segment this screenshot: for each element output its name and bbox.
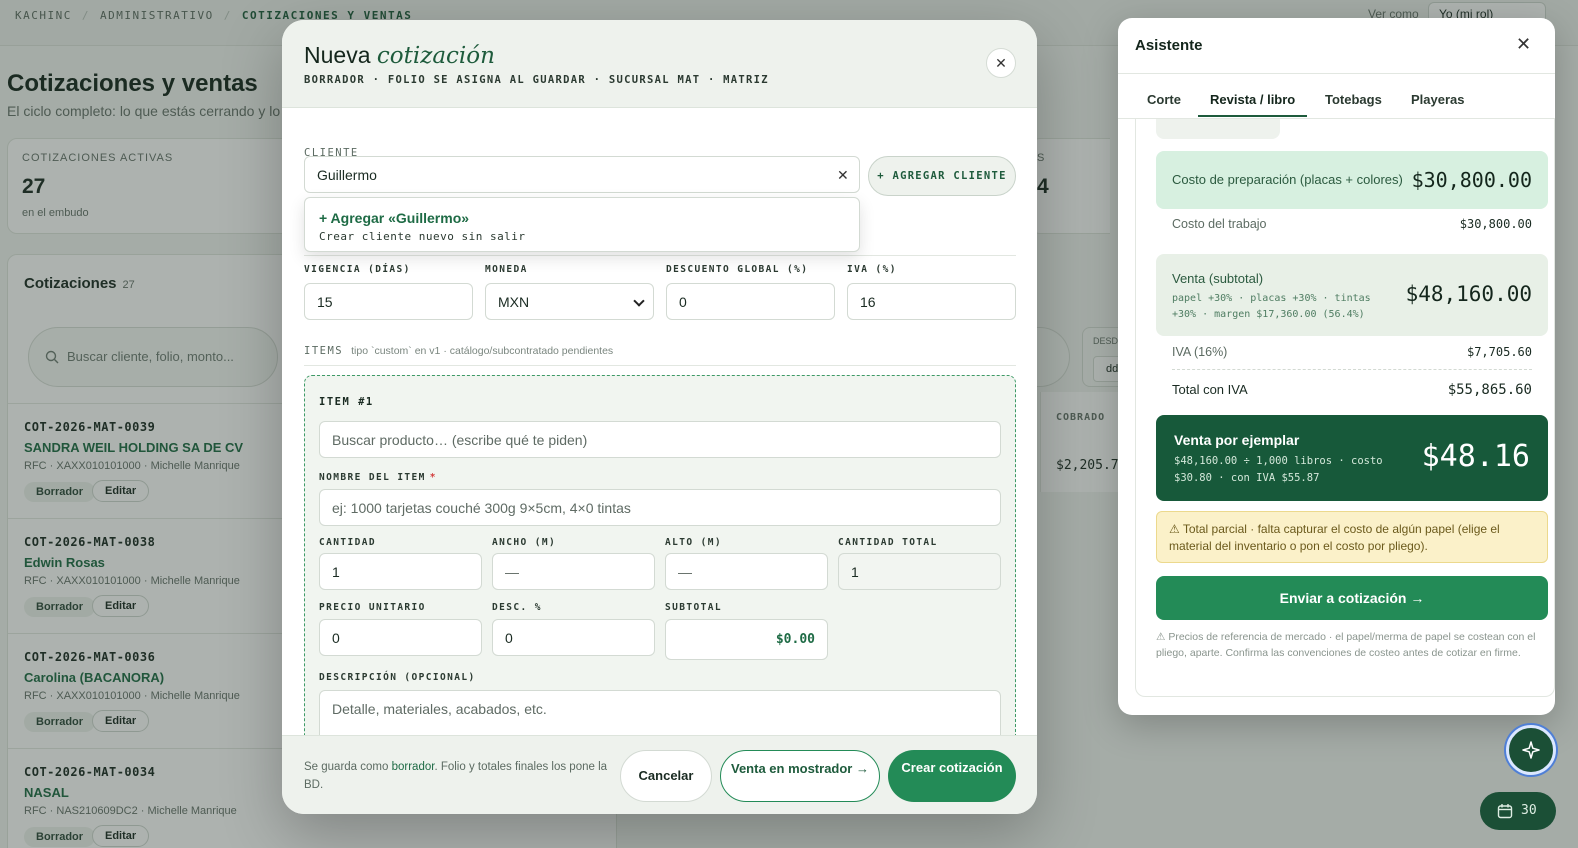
sale-label: Venta (subtotal): [1172, 271, 1264, 286]
prep-cost-card: Costo de preparación (placas + colores) …: [1156, 151, 1548, 209]
per-copy-value: $48.16: [1421, 439, 1530, 474]
height-label: ALTO (M): [665, 537, 722, 548]
divider: [1172, 369, 1532, 370]
chevron-down-icon: [633, 295, 645, 307]
height-input[interactable]: —: [665, 553, 828, 590]
client-search-input[interactable]: Guillermo ✕: [304, 156, 860, 193]
new-quote-modal: Nueva cotización BORRADOR · FOLIO SE ASI…: [282, 20, 1037, 814]
divider: [304, 255, 1016, 256]
sparkle-icon: [1522, 741, 1540, 759]
calendar-icon: [1497, 804, 1513, 819]
item-name-label: NOMBRE DEL ITEM *: [319, 472, 437, 483]
calendar-badge-button[interactable]: 30: [1480, 792, 1556, 830]
partial-total-warning: ⚠ Total parcial · falta capturar el cost…: [1156, 511, 1548, 563]
iva-row: IVA (16%) $7,705.60: [1172, 345, 1532, 359]
modal-title: Nueva cotización: [304, 42, 495, 69]
unit-price-label: PRECIO UNITARIO: [319, 602, 426, 613]
subtotal-field: $0.00: [665, 619, 828, 660]
close-icon[interactable]: ✕: [1516, 34, 1531, 55]
close-modal-button[interactable]: ✕: [986, 48, 1016, 78]
add-client-button[interactable]: + AGREGAR CLIENTE: [868, 156, 1016, 196]
total-row: Total con IVA $55,865.60: [1172, 382, 1532, 398]
iva-label: IVA (%): [847, 264, 897, 275]
sale-subtotal-card: Venta (subtotal) papel +30% · placas +30…: [1156, 254, 1548, 336]
modal-subtitle: BORRADOR · FOLIO SE ASIGNA AL GUARDAR · …: [304, 74, 769, 86]
tab-revista-libro[interactable]: Revista / libro: [1198, 92, 1308, 117]
pricing-disclaimer: ⚠ Precios de referencia de mercado · el …: [1156, 631, 1536, 659]
moneda-select[interactable]: MXN: [485, 283, 654, 320]
width-label: ANCHO (M): [492, 537, 557, 548]
discount-input[interactable]: 0: [492, 619, 655, 656]
clear-icon[interactable]: ✕: [837, 167, 849, 184]
suggestion-title[interactable]: + Agregar «Guillermo»: [319, 210, 469, 226]
descuento-label: DESCUENTO GLOBAL (%): [666, 264, 809, 275]
sale-value: $48,160.00: [1405, 282, 1532, 306]
assistant-panel: Asistente ✕ Corte Revista / libro Toteba…: [1118, 18, 1555, 715]
calendar-count: 30: [1521, 803, 1537, 818]
cancel-button[interactable]: Cancelar: [620, 750, 712, 802]
subtotal-label: SUBTOTAL: [665, 602, 722, 613]
scrolled-chip: [1156, 119, 1280, 139]
assistant-fab-button[interactable]: [1506, 725, 1556, 775]
prep-cost-label: Costo de preparación (placas + colores): [1172, 172, 1403, 187]
assistant-tabs: Corte Revista / libro Totebags Playeras: [1118, 74, 1555, 119]
tab-playeras[interactable]: Playeras: [1411, 92, 1465, 115]
item-card: ITEM #1 Buscar producto… (escribe qué te…: [304, 375, 1016, 735]
description-label: DESCRIPCIÓN (OPCIONAL): [319, 672, 476, 683]
per-copy-card: Venta por ejemplar $48,160.00 ÷ 1,000 li…: [1156, 415, 1548, 501]
items-section-label: ITEMS tipo `custom` en v1 · catálogo/subc…: [304, 345, 614, 357]
counter-sale-button[interactable]: Venta en mostrador →: [720, 750, 880, 802]
description-textarea[interactable]: Detalle, materiales, acabados, etc.: [319, 690, 1001, 735]
vigencia-input[interactable]: 15: [304, 283, 473, 320]
divider: [304, 365, 1016, 366]
descuento-input[interactable]: 0: [666, 283, 835, 320]
total-quantity-field: 1: [838, 553, 1001, 590]
total-quantity-label: CANTIDAD TOTAL: [838, 537, 938, 548]
suggestion-subtitle: Crear cliente nuevo sin salir: [319, 230, 526, 243]
tab-totebags[interactable]: Totebags: [1325, 92, 1382, 115]
width-input[interactable]: —: [492, 553, 655, 590]
assistant-results[interactable]: Costo de preparación (placas + colores) …: [1135, 119, 1555, 697]
assistant-title: Asistente: [1135, 37, 1203, 54]
per-copy-label: Venta por ejemplar: [1174, 432, 1300, 448]
modal-body: CLIENTE Guillermo ✕ + AGREGAR CLIENTE + …: [282, 109, 1037, 735]
assistant-header: Asistente ✕: [1118, 18, 1555, 74]
per-copy-detail: $48,160.00 ÷ 1,000 libros · costo $30.80…: [1174, 455, 1383, 484]
iva-input[interactable]: 16: [847, 283, 1016, 320]
tab-corte[interactable]: Corte: [1147, 92, 1181, 115]
job-cost-row: Costo del trabajo $30,800.00: [1172, 217, 1532, 231]
item-title: ITEM #1: [319, 396, 374, 408]
vigencia-label: VIGENCIA (DÍAS): [304, 264, 411, 275]
unit-price-input[interactable]: 0: [319, 619, 482, 656]
moneda-label: MONEDA: [485, 264, 528, 275]
modal-header: Nueva cotización BORRADOR · FOLIO SE ASI…: [282, 20, 1037, 108]
create-quote-button[interactable]: Crear cotización: [888, 750, 1016, 802]
close-icon: ✕: [995, 55, 1007, 71]
item-name-input[interactable]: ej: 1000 tarjetas couché 300g 9×5cm, 4×0…: [319, 489, 1001, 526]
product-search-input[interactable]: Buscar producto… (escribe qué te piden): [319, 421, 1001, 458]
send-to-quote-button[interactable]: Enviar a cotización →: [1156, 576, 1548, 620]
modal-footer: Se guarda como borrador. Folio y totales…: [282, 735, 1037, 814]
draft-link: borrador: [391, 761, 435, 773]
discount-label: DESC. %: [492, 602, 542, 613]
quantity-label: CANTIDAD: [319, 537, 376, 548]
client-suggestion-dropdown[interactable]: + Agregar «Guillermo» Crear cliente nuev…: [304, 197, 860, 252]
footer-note: Se guarda como borrador. Folio y totales…: [304, 761, 608, 791]
quantity-input[interactable]: 1: [319, 553, 482, 590]
prep-cost-value: $30,800.00: [1411, 168, 1532, 192]
sale-detail: papel +30% · placas +30% · tintas +30% ·…: [1172, 293, 1371, 320]
